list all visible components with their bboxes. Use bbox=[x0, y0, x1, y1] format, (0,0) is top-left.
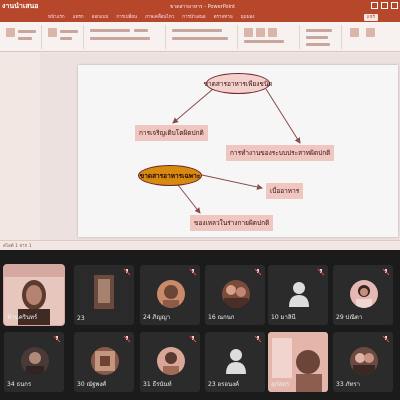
slide-editor-area: ขาดสารอาหารเพียงชนิด การเจริญเติบโตผิดปก… bbox=[40, 53, 400, 240]
clipboard-group[interactable] bbox=[2, 25, 42, 49]
paragraph-group[interactable] bbox=[168, 25, 238, 49]
slide-counter: สไลด์ 1 จาก 1 bbox=[3, 244, 32, 249]
font-group[interactable] bbox=[86, 25, 166, 49]
avatar bbox=[222, 280, 250, 308]
share-button[interactable]: แชร์ bbox=[363, 14, 378, 21]
slide-canvas[interactable]: ขาดสารอาหารเพียงชนิด การเจริญเติบโตผิดปก… bbox=[78, 65, 398, 237]
tab-insert[interactable]: แทรก bbox=[73, 13, 84, 22]
tab-review[interactable]: ตรวจทาน bbox=[214, 13, 233, 22]
tab-home[interactable]: หน้าแรก bbox=[48, 13, 65, 22]
participant-name: 23 bbox=[77, 315, 85, 322]
mic-muted-icon bbox=[123, 335, 131, 343]
participant-name: 10 มาลินี bbox=[271, 314, 296, 321]
tab-transitions[interactable]: การเปลี่ยน bbox=[116, 13, 137, 22]
tab-view[interactable]: มุมมอง bbox=[241, 13, 255, 22]
participant-name: 16 ณกนก bbox=[208, 314, 235, 321]
person-placeholder-icon bbox=[226, 349, 246, 374]
avatar bbox=[157, 347, 185, 375]
avatar bbox=[91, 347, 119, 375]
ppt-title-bar: งานนำเสนอ ขาดสารอาหาร - PowerPoint bbox=[0, 0, 400, 13]
oval-bottom[interactable]: ขาดสารอาหารเฉพาะ bbox=[138, 165, 202, 186]
app-title: งานนำเสนอ bbox=[2, 2, 39, 10]
mic-muted-icon bbox=[254, 335, 262, 343]
maximize-icon[interactable] bbox=[381, 2, 388, 9]
drawing-group[interactable] bbox=[240, 25, 300, 49]
mic-muted-icon bbox=[189, 335, 197, 343]
avatar bbox=[157, 280, 185, 308]
minimize-icon[interactable] bbox=[371, 2, 378, 9]
zoom-window: งานนำเสนอ ขาดสารอาหาร - PowerPoint หน้าแ… bbox=[0, 0, 400, 400]
participant-name: สุภัสสร bbox=[271, 381, 290, 388]
participant-name: ฟ้านครินทร์ bbox=[7, 314, 38, 321]
box-growth[interactable]: การเจริญเติบโตผิดปกติ bbox=[135, 125, 208, 141]
mic-muted-icon bbox=[382, 268, 390, 276]
participant-tile[interactable]: 16 ณกนก bbox=[205, 265, 265, 325]
tab-slideshow[interactable]: การนำเสนอ bbox=[182, 13, 205, 22]
participant-name: 29 ปณิตา bbox=[336, 314, 363, 321]
mic-muted-icon bbox=[189, 268, 197, 276]
participant-tile[interactable]: 29 ปณิตา bbox=[333, 265, 393, 325]
participant-tile[interactable]: ฟ้านครินทร์ bbox=[3, 264, 65, 326]
oval-top[interactable]: ขาดสารอาหารเพียงชนิด bbox=[204, 73, 272, 94]
document-title: ขาดสารอาหาร - PowerPoint bbox=[170, 4, 236, 10]
ribbon-toolbar bbox=[0, 22, 400, 52]
status-bar: สไลด์ 1 จาก 1 bbox=[0, 240, 400, 250]
participant-name: 34 ธนกร bbox=[7, 381, 32, 388]
mic-muted-icon bbox=[317, 268, 325, 276]
participant-name: 23 อรอนงค์ bbox=[208, 381, 240, 388]
mic-muted-icon bbox=[123, 268, 131, 276]
participant-name: 30 ณัฐพงศ์ bbox=[77, 381, 107, 388]
box-body-fluid[interactable]: ของเหลวในร่างกายผิดปกติ bbox=[190, 215, 274, 231]
participant-name: 31 ธีรนันท์ bbox=[143, 381, 172, 388]
tab-design[interactable]: ออกแบบ bbox=[92, 13, 109, 22]
editing-group[interactable] bbox=[302, 25, 342, 49]
close-icon[interactable] bbox=[391, 2, 398, 9]
mic-muted-icon bbox=[53, 335, 61, 343]
participant-tile[interactable]: 30 ณัฐพงศ์ bbox=[74, 332, 134, 392]
participant-tile[interactable]: 24 ภิญญา bbox=[140, 265, 200, 325]
avatar bbox=[350, 347, 378, 375]
participant-tile[interactable]: 34 ธนกร bbox=[4, 332, 64, 392]
participant-tile[interactable]: 10 มาลินี bbox=[268, 265, 328, 325]
slide-thumbnails-pane[interactable] bbox=[0, 53, 40, 240]
slides-group[interactable] bbox=[44, 25, 84, 49]
participant-name: 33 ภัทรา bbox=[336, 381, 361, 388]
mic-muted-icon bbox=[382, 335, 390, 343]
box-appetite[interactable]: เบื่ออาหาร bbox=[266, 183, 304, 199]
person-placeholder-icon bbox=[289, 282, 309, 307]
avatar bbox=[350, 280, 378, 308]
tab-animations[interactable]: ภาพเคลื่อนไหว bbox=[145, 13, 174, 22]
participant-tile[interactable]: สุภัสสร bbox=[268, 332, 328, 392]
participant-tile[interactable]: 31 ธีรนันท์ bbox=[140, 332, 200, 392]
participant-tile[interactable]: 33 ภัทรา bbox=[333, 332, 393, 392]
participant-gallery: ฟ้านครินทร์ 23 24 ภิญญา 16 ณกนก 10 มาลิน… bbox=[0, 250, 400, 400]
ribbon-tabs: หน้าแรก แทรก ออกแบบ การเปลี่ยน ภาพเคลื่อ… bbox=[0, 13, 400, 22]
participant-name: 24 ภิญญา bbox=[143, 314, 171, 321]
avatar bbox=[21, 347, 49, 375]
box-nervous-system[interactable]: การทำงานของระบบประสาทผิดปกติ bbox=[226, 145, 335, 161]
designer-group[interactable] bbox=[344, 25, 394, 49]
mic-muted-icon bbox=[254, 268, 262, 276]
shared-screen: งานนำเสนอ ขาดสารอาหาร - PowerPoint หน้าแ… bbox=[0, 0, 400, 250]
participant-tile[interactable]: 23 อรอนงค์ bbox=[205, 332, 265, 392]
participant-tile[interactable]: 23 bbox=[74, 265, 134, 325]
window-controls bbox=[371, 2, 398, 9]
